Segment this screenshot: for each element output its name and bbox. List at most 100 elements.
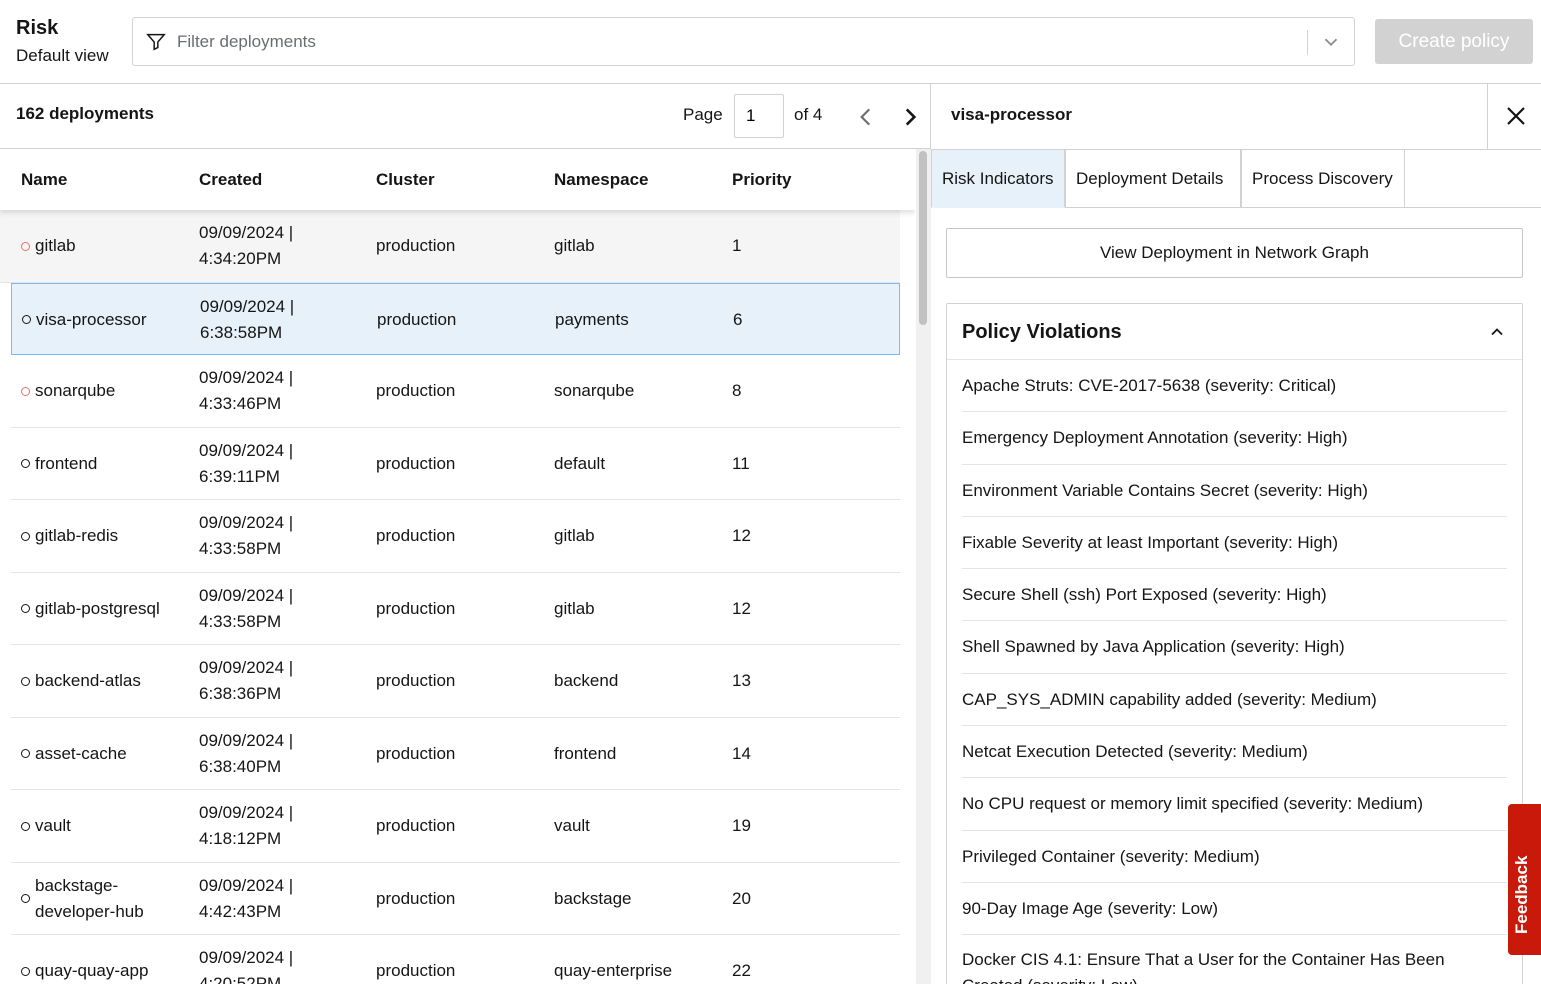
created-time: 4:18:12PM	[199, 829, 282, 848]
cell-namespace: gitlab	[554, 526, 595, 545]
status-icon	[21, 459, 30, 468]
created-time: 6:38:36PM	[199, 684, 282, 703]
tab-deployment-details[interactable]: Deployment Details	[1065, 150, 1241, 208]
scrollbar-thumb[interactable]	[919, 151, 927, 325]
status-icon	[21, 749, 30, 758]
filter-input[interactable]	[177, 28, 1277, 56]
table-row[interactable]: gitlab-postgresql 09/09/2024 | 4:33:58PM …	[11, 573, 900, 645]
cell-created: 09/09/2024 | 4:34:20PM	[199, 220, 349, 272]
close-icon[interactable]	[1504, 104, 1528, 128]
cell-namespace: backend	[554, 671, 619, 690]
cell-priority: 8	[732, 381, 742, 400]
list-item: Secure Shell (ssh) Port Exposed (severit…	[962, 569, 1507, 622]
page-title: Risk	[16, 17, 59, 39]
tab-risk-indicators[interactable]: Risk Indicators	[931, 150, 1065, 208]
cell-namespace: sonarqube	[554, 381, 635, 400]
created-time: 6:38:40PM	[199, 756, 282, 776]
created-date: 09/09/2024 |	[199, 368, 294, 387]
table-row[interactable]: asset-cache 09/09/2024 | 6:38:40PM produc…	[11, 718, 900, 790]
page-number-input[interactable]	[734, 94, 784, 138]
column-header-priority[interactable]: Priority	[732, 170, 792, 190]
deployment-name: gitlab-postgresql	[35, 598, 160, 618]
created-time: 4:34:20PM	[199, 249, 282, 268]
table-scrollbar[interactable]	[916, 149, 931, 984]
created-date: 09/09/2024 |	[199, 875, 294, 895]
created-time: 4:42:43PM	[199, 901, 282, 921]
cell-cluster: production	[376, 526, 456, 545]
deployment-name: visa-processor	[36, 309, 147, 329]
policy-violations-list: Apache Struts: CVE-2017-5638 (severity: …	[962, 360, 1507, 984]
table-row[interactable]: gitlab-redis 09/09/2024 | 4:33:58PM produ…	[11, 500, 900, 573]
column-header-created[interactable]: Created	[199, 170, 262, 190]
list-item: Environment Variable Contains Secret (se…	[962, 465, 1507, 517]
table-row[interactable]: sonarqube 09/09/2024 | 4:33:46PM producti…	[11, 355, 900, 428]
deployment-count: 162 deployments	[16, 104, 154, 123]
view-name: Default view	[16, 46, 109, 65]
view-network-graph-button[interactable]: View Deployment in Network Graph	[946, 228, 1523, 278]
cell-cluster: production	[377, 309, 457, 329]
chevron-right-icon[interactable]	[897, 104, 923, 130]
cell-priority: 22	[732, 961, 751, 980]
created-date: 09/09/2024 |	[199, 948, 294, 967]
deployment-name: gitlab	[35, 236, 76, 255]
cell-cluster: production	[376, 598, 456, 618]
cell-namespace: backstage	[554, 888, 632, 908]
cell-namespace: vault	[554, 816, 590, 835]
deployment-name: gitlab-redis	[35, 526, 119, 545]
list-item: Fixable Severity at least Important (sev…	[962, 517, 1507, 570]
deployment-name: frontend	[35, 453, 98, 473]
chevron-up-icon[interactable]	[1487, 322, 1507, 342]
cell-priority: 13	[732, 671, 751, 690]
column-header-name[interactable]: Name	[21, 170, 67, 190]
filter-box[interactable]	[132, 17, 1355, 66]
close-button[interactable]	[1487, 84, 1541, 149]
cell-created: 09/09/2024 | 4:20:52PM	[199, 945, 349, 984]
table-row[interactable]: gitlab 09/09/2024 | 4:34:20PM production …	[0, 210, 900, 283]
table-header: Name Created Cluster Namespace Priority	[0, 149, 915, 210]
cell-priority: 20	[732, 888, 751, 908]
cell-cluster: production	[376, 671, 456, 690]
created-date: 09/09/2024 |	[200, 296, 295, 316]
cell-priority: 14	[732, 743, 751, 763]
chevron-down-icon[interactable]	[1320, 31, 1342, 53]
table-row-selected[interactable]: visa-processor 09/09/2024 | 6:38:58PM pro…	[11, 282, 900, 355]
detail-header: visa-processor	[931, 84, 1541, 150]
deployment-name: sonarqube	[35, 381, 116, 400]
column-header-cluster[interactable]: Cluster	[376, 170, 435, 190]
created-date: 09/09/2024 |	[199, 513, 294, 532]
cell-name: sonarqube	[21, 355, 181, 427]
table-row[interactable]: backend-atlas 09/09/2024 | 6:38:36PM prod…	[11, 645, 900, 718]
table-body: gitlab 09/09/2024 | 4:34:20PM production …	[0, 210, 900, 984]
list-item: Apache Struts: CVE-2017-5638 (severity: …	[962, 360, 1507, 413]
table-row[interactable]: frontend 09/09/2024 | 6:39:11PM productio…	[11, 428, 900, 500]
deployment-name: asset-cache	[35, 743, 127, 763]
list-item: Privileged Container (severity: Medium)	[962, 831, 1507, 883]
created-time: 6:39:11PM	[199, 466, 280, 486]
cell-created: 09/09/2024 | 6:39:11PM	[199, 438, 349, 490]
cell-name: vault	[21, 790, 181, 862]
list-item: Netcat Execution Detected (severity: Med…	[962, 726, 1507, 779]
created-time: 4:33:46PM	[199, 394, 282, 413]
cell-priority: 11	[732, 453, 750, 473]
cell-name: gitlab	[21, 210, 181, 282]
chevron-left-icon[interactable]	[853, 104, 879, 130]
feedback-tab[interactable]: Feedback	[1508, 804, 1541, 955]
cell-created: 09/09/2024 | 4:33:58PM	[199, 583, 349, 635]
status-icon	[21, 966, 30, 976]
table-row[interactable]: quay-quay-app 09/09/2024 | 4:20:52PM prod…	[11, 935, 900, 984]
table-row[interactable]: vault 09/09/2024 | 4:18:12PM production v…	[11, 790, 900, 863]
deployment-name: backend-atlas	[35, 671, 141, 690]
create-policy-button[interactable]: Create policy	[1375, 19, 1533, 64]
status-icon	[21, 241, 30, 251]
cell-namespace: frontend	[554, 743, 617, 763]
cell-namespace: gitlab	[554, 598, 595, 618]
column-header-namespace[interactable]: Namespace	[554, 170, 649, 190]
cell-created: 09/09/2024 | 6:38:40PM	[199, 728, 349, 780]
detail-title: visa-processor	[951, 105, 1072, 124]
tab-process-discovery[interactable]: Process Discovery	[1241, 150, 1405, 208]
deployment-name: vault	[35, 816, 71, 835]
cell-priority: 1	[732, 236, 742, 255]
cell-cluster: production	[376, 961, 456, 980]
policy-violations-header[interactable]: Policy Violations	[947, 304, 1522, 360]
table-row[interactable]: backstage-developer-hub 09/09/2024 | 4:42…	[11, 863, 900, 935]
